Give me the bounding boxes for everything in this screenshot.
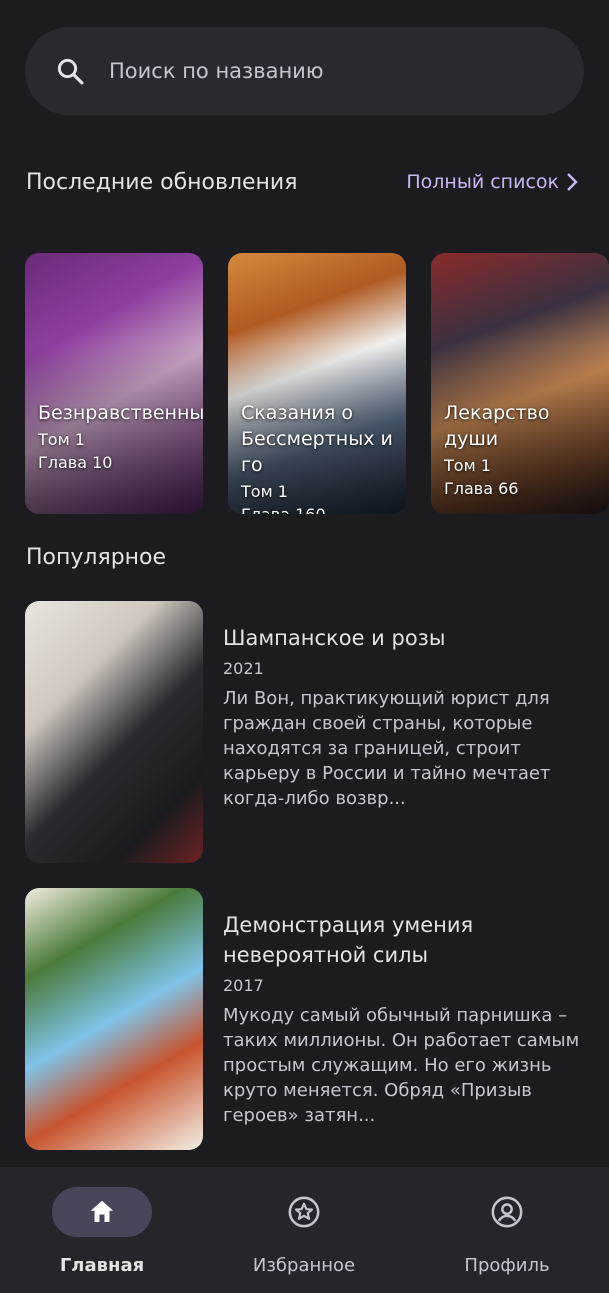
manga-card-chapter: Глава 160 bbox=[241, 505, 400, 514]
nav-item-profile[interactable]: Профиль bbox=[417, 1187, 597, 1276]
search-icon bbox=[57, 58, 84, 85]
manga-card-chapter: Глава 10 bbox=[38, 453, 113, 472]
manga-card-chapter: Глава 66 bbox=[444, 479, 519, 498]
manga-card-volume: Том 1 bbox=[38, 430, 85, 449]
nav-label: Главная bbox=[59, 1255, 145, 1276]
manga-card[interactable]: Сказания о Бессмертных и го Том 1 Глава … bbox=[228, 253, 406, 514]
star-icon bbox=[288, 1196, 320, 1228]
manga-cover-image bbox=[25, 888, 203, 1150]
full-list-label: Полный список bbox=[406, 171, 559, 193]
manga-card-volume: Том 1 bbox=[444, 456, 491, 475]
search-input[interactable]: Поиск по названию bbox=[109, 59, 324, 83]
popular-item-description: Ли Вон, практикующий юрист для граждан с… bbox=[223, 688, 551, 809]
nav-label: Профиль bbox=[464, 1255, 550, 1276]
manga-card[interactable]: Лекарство души Том 1 Глава 66 bbox=[431, 253, 609, 514]
bottom-navigation: Главная Избранное Профиль bbox=[0, 1167, 609, 1293]
popular-item-year: 2017 bbox=[223, 976, 264, 995]
latest-updates-title: Последние обновления bbox=[26, 170, 298, 195]
latest-updates-carousel[interactable]: Безнравственный Том 1 Глава 10 Сказания … bbox=[25, 253, 609, 514]
profile-icon bbox=[491, 1196, 523, 1228]
manga-card-title: Сказания о Бессмертных и го bbox=[241, 402, 393, 476]
popular-list-item[interactable]: Демонстрация умения невероятной силы 201… bbox=[25, 888, 585, 1150]
popular-item-title: Демонстрация умения невероятной силы bbox=[223, 913, 474, 967]
popular-item-year: 2021 bbox=[223, 659, 264, 678]
popular-list-item[interactable]: Шампанское и розы 2021 Ли Вон, практикую… bbox=[25, 601, 585, 863]
popular-title: Популярное bbox=[26, 545, 167, 570]
manga-cover-image bbox=[25, 601, 203, 863]
popular-item-title: Шампанское и розы bbox=[223, 626, 446, 650]
manga-card-volume: Том 1 bbox=[241, 482, 288, 501]
nav-item-home[interactable]: Главная bbox=[12, 1187, 192, 1276]
nav-active-indicator bbox=[52, 1187, 152, 1237]
manga-card-title: Безнравственный bbox=[38, 402, 203, 424]
manga-card-title: Лекарство души bbox=[444, 402, 550, 450]
home-icon bbox=[90, 1200, 114, 1222]
popular-item-description: Мукоду самый обычный парнишка – таких ми… bbox=[223, 1005, 580, 1126]
search-bar[interactable]: Поиск по названию bbox=[25, 27, 584, 115]
nav-item-favorites[interactable]: Избранное bbox=[214, 1187, 394, 1276]
full-list-link[interactable]: Полный список bbox=[406, 171, 579, 193]
chevron-right-icon bbox=[567, 173, 578, 191]
nav-label: Избранное bbox=[252, 1255, 356, 1276]
manga-card[interactable]: Безнравственный Том 1 Глава 10 bbox=[25, 253, 203, 514]
